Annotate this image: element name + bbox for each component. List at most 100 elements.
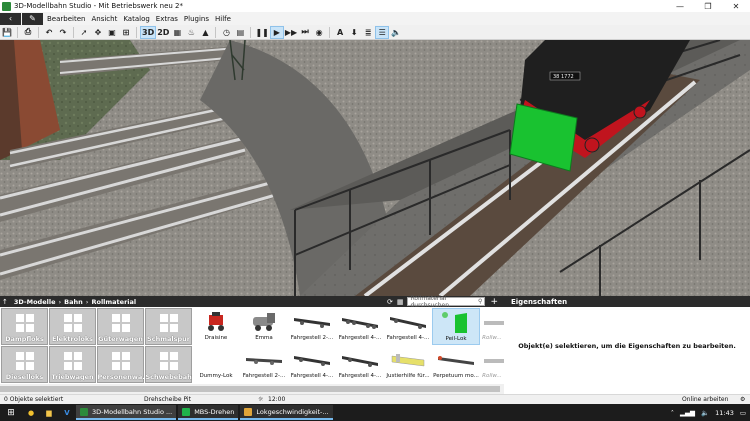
volume-icon[interactable]: 🔈 bbox=[701, 409, 709, 417]
terrain-button[interactable]: ▲ bbox=[198, 26, 212, 39]
menu-extras[interactable]: Extras bbox=[153, 15, 181, 23]
text-button[interactable]: A bbox=[333, 26, 347, 39]
layers-icon: ≣ bbox=[364, 27, 372, 37]
category-gueterwagen[interactable]: Güterwagen bbox=[97, 308, 144, 345]
item-draisine[interactable]: Draisine bbox=[192, 308, 240, 345]
selection-count: 0 Objekte selektiert bbox=[4, 396, 64, 403]
menu-katalog[interactable]: Katalog bbox=[120, 15, 152, 23]
print-button[interactable]: ⎙ bbox=[21, 26, 35, 39]
add-icon[interactable]: + bbox=[490, 297, 498, 307]
item-emma[interactable]: Emma bbox=[240, 308, 288, 345]
category-personenwagen[interactable]: Personenwa... bbox=[97, 346, 144, 383]
breadcrumb-3d-modelle[interactable]: 3D-Modelle bbox=[14, 298, 56, 306]
record-button[interactable]: ◉ bbox=[312, 26, 326, 39]
breadcrumb-rollmaterial[interactable]: Rollmaterial bbox=[91, 298, 136, 306]
light-button[interactable]: ♨ bbox=[184, 26, 198, 39]
timetable-icon: ▤ bbox=[236, 27, 245, 37]
back-button[interactable]: ‹ bbox=[0, 12, 21, 25]
play-button[interactable]: ▶ bbox=[269, 25, 284, 39]
undo-button[interactable]: ↶ bbox=[42, 26, 56, 39]
3d-viewport[interactable]: 38 1772 bbox=[0, 40, 750, 296]
chassis-thumbnail bbox=[390, 316, 426, 329]
track-button[interactable]: ⊞ bbox=[119, 26, 133, 39]
pause-button[interactable]: ❚❚ bbox=[254, 26, 269, 39]
taskbar-app-mbs-drehen[interactable]: MBS-Drehen bbox=[178, 405, 239, 420]
camera-button[interactable]: ▣ bbox=[105, 26, 119, 39]
refresh-icon[interactable]: ⟳ bbox=[387, 298, 393, 306]
search-icon: ⚲ bbox=[478, 298, 483, 305]
up-arrow-icon[interactable]: ↑ bbox=[2, 298, 8, 306]
edit-mode-button[interactable]: ✎ bbox=[22, 12, 43, 25]
chassis-thumbnail bbox=[342, 355, 378, 367]
category-schmalspur[interactable]: Schmalspur bbox=[145, 308, 192, 345]
item-fahrgestell-4a[interactable]: Fahrgestell 4-... bbox=[336, 308, 384, 345]
status-bar: 0 Objekte selektiert Drehscheibe Pit ☼ 1… bbox=[0, 394, 750, 404]
layers-button[interactable]: ≣ bbox=[361, 26, 375, 39]
move-icon: ✥ bbox=[94, 27, 102, 37]
minimize-button[interactable]: — bbox=[666, 0, 694, 12]
catalog-search-input[interactable]: Rollmaterial durchsuchen ⚲ bbox=[407, 295, 486, 309]
item-fahrgestell-4c[interactable]: Fahrgestell 4-... bbox=[288, 346, 336, 383]
redo-button[interactable]: ↷ bbox=[56, 26, 70, 39]
tray-up-icon[interactable]: ˄ bbox=[671, 409, 674, 417]
play-icon: ▶ bbox=[273, 27, 280, 37]
item-rollwagen-b[interactable]: Rollw... bbox=[480, 346, 504, 383]
sound-button[interactable]: 🔈 bbox=[389, 26, 403, 39]
windows-taskbar: ⊞ ● ▆ V 3D-Modellbahn Studio ... MBS-Dre… bbox=[0, 404, 750, 421]
item-rollwagen-a[interactable]: Rollw... bbox=[480, 308, 504, 345]
taskbar-pinned-app[interactable]: V bbox=[58, 404, 76, 421]
grid-view-icon[interactable]: ▦ bbox=[397, 298, 404, 306]
chassis-thumbnail bbox=[342, 317, 378, 329]
menu-ansicht[interactable]: Ansicht bbox=[88, 15, 120, 23]
save-icon: 💾 bbox=[2, 27, 12, 37]
folder-grid-icon bbox=[63, 314, 82, 332]
tray-clock[interactable]: 11:43 bbox=[715, 409, 734, 417]
grid-button[interactable]: ▦ bbox=[170, 26, 184, 39]
item-peil-lok[interactable]: Peil-Lok bbox=[432, 308, 480, 345]
breadcrumb-bahn[interactable]: Bahn bbox=[64, 298, 83, 306]
toolbar-separator bbox=[38, 26, 39, 38]
item-fahrgestell-4d[interactable]: Fahrgestell 4-... bbox=[336, 346, 384, 383]
settings-icon[interactable]: ⚙ bbox=[740, 396, 745, 403]
speaker-icon: 🔈 bbox=[391, 27, 402, 37]
item-justierhilfe[interactable]: Justierhilfe für... bbox=[384, 346, 432, 383]
menu-hilfe[interactable]: Hilfe bbox=[212, 15, 234, 23]
taskbar-app-lokgeschwindigkeit[interactable]: Lokgeschwindigkeit-... bbox=[240, 405, 333, 420]
faster-button[interactable]: ⏭ bbox=[298, 26, 312, 39]
timetable-button[interactable]: ▤ bbox=[233, 26, 247, 39]
category-triebwagen[interactable]: Triebwagen bbox=[49, 346, 96, 383]
category-schwebebahn[interactable]: Schwebebahn bbox=[145, 346, 192, 383]
catalog-scrollbar[interactable] bbox=[0, 384, 504, 394]
taskbar-chrome[interactable]: ● bbox=[22, 404, 40, 421]
item-fahrgestell-2b[interactable]: Fahrgestell 2-... bbox=[240, 346, 288, 383]
taskbar-app-modellbahn[interactable]: 3D-Modellbahn Studio ... bbox=[76, 405, 177, 420]
item-perpetuum-mobile[interactable]: Perpetuum mo... bbox=[432, 346, 480, 383]
clock-button[interactable]: ◷ bbox=[219, 26, 233, 39]
item-dummy-lok[interactable]: Dummy-Lok bbox=[192, 346, 240, 383]
category-dampfloks[interactable]: Dampfloks bbox=[1, 308, 48, 345]
category-elektroloks[interactable]: Elektroloks bbox=[49, 308, 96, 345]
close-button[interactable]: ✕ bbox=[722, 0, 750, 12]
item-fahrgestell-4b[interactable]: Fahrgestell 4-... bbox=[384, 308, 432, 345]
network-icon[interactable]: ▂▄▆ bbox=[680, 409, 695, 417]
start-button[interactable]: ⊞ bbox=[0, 404, 22, 421]
windows-logo-icon: ⊞ bbox=[7, 407, 15, 418]
notifications-icon[interactable]: ▭ bbox=[740, 409, 746, 417]
download-button[interactable]: ⬇ bbox=[347, 26, 361, 39]
category-dieselloks[interactable]: Dieselloks bbox=[1, 346, 48, 383]
menu-plugins[interactable]: Plugins bbox=[181, 15, 212, 23]
taskbar-explorer[interactable]: ▆ bbox=[40, 404, 58, 421]
folder-grid-icon bbox=[159, 352, 178, 370]
scrollbar-thumb[interactable] bbox=[0, 386, 500, 392]
fast-forward-button[interactable]: ▶▶ bbox=[284, 26, 298, 39]
item-fahrgestell-2a[interactable]: Fahrgestell 2-... bbox=[288, 308, 336, 345]
maximize-button[interactable]: ❐ bbox=[694, 0, 722, 12]
view-3d-button[interactable]: 3D bbox=[140, 25, 157, 39]
move-button[interactable]: ✥ bbox=[91, 26, 105, 39]
menu-bearbeiten[interactable]: Bearbeiten bbox=[44, 15, 88, 23]
select-button[interactable]: ➚ bbox=[77, 26, 91, 39]
perpetuum-thumbnail bbox=[438, 355, 474, 365]
lines-button[interactable]: ☰ bbox=[375, 25, 390, 39]
view-2d-button[interactable]: 2D bbox=[156, 26, 170, 39]
save-button[interactable]: 💾 bbox=[0, 26, 14, 39]
